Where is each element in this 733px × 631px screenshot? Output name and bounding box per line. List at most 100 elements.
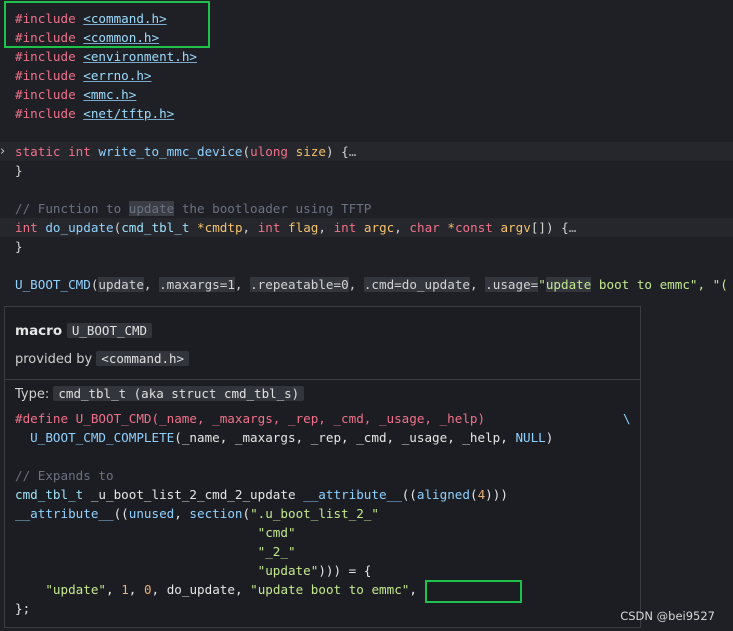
- provided-label: provided by: [15, 352, 93, 367]
- include-directive: #include: [15, 87, 76, 102]
- chevron-right-icon[interactable]: ›: [0, 142, 5, 161]
- pointer: *: [447, 220, 455, 235]
- string: "_2_": [257, 544, 296, 559]
- hover-type: Type: cmd_tbl_t (aka struct cmd_tbl_s): [15, 386, 305, 402]
- expansion-line: "cmd": [15, 523, 635, 542]
- null-const: NULL: [515, 430, 546, 445]
- comment-text: // Function to: [15, 201, 129, 216]
- attribute-keyword: __attribute__: [303, 487, 402, 502]
- expansion-line: "_2_": [15, 542, 635, 561]
- macro-args: (_name, _maxargs, _rep, _cmd, _usage, _h…: [174, 430, 516, 445]
- punct: ,: [174, 506, 190, 521]
- expansion-line: cmd_tbl_t _u_boot_list_2_cmd_2_update __…: [15, 485, 635, 504]
- macro-arg: update: [98, 277, 144, 292]
- highlight-box-includes: [4, 1, 210, 48]
- string: , "(: [697, 277, 728, 292]
- punct: ) {: [325, 144, 349, 159]
- keyword: int: [15, 220, 38, 235]
- folded-ellipsis[interactable]: …: [349, 144, 357, 159]
- expansion-line: "update", 1, 0, do_update, "update boot …: [45, 582, 417, 597]
- string: update: [545, 277, 592, 292]
- attribute-name: section: [189, 506, 243, 521]
- param-name: size: [295, 144, 326, 159]
- include-directive: #include: [15, 68, 76, 83]
- punct: ((: [113, 506, 129, 521]
- comment-highlight: update: [128, 201, 175, 216]
- closing-brace: }: [15, 239, 23, 254]
- param-type: ulong: [250, 144, 289, 159]
- function-name: write_to_mmc_device: [98, 144, 243, 159]
- punct: []) {: [530, 220, 569, 235]
- include-directive: #include: [15, 106, 76, 121]
- punct: ((: [401, 487, 417, 502]
- include-file-link[interactable]: <mmc.h>: [83, 87, 136, 102]
- provided-file-chip[interactable]: <command.h>: [96, 351, 190, 366]
- string: "update boot to emmc": [250, 582, 410, 597]
- include-file-link[interactable]: <net/tftp.h>: [83, 106, 174, 121]
- string: "cmd": [257, 525, 296, 540]
- highlight-box-empty-help: [425, 580, 522, 603]
- code-editor[interactable]: #include <command.h> #include <common.h>…: [0, 0, 733, 631]
- function-name: do_update: [45, 220, 114, 235]
- attribute-name: aligned: [416, 487, 470, 502]
- param-type: int: [333, 220, 357, 235]
- string: ": [538, 277, 546, 292]
- include-line: #include <mmc.h>: [0, 85, 733, 104]
- keyword: int: [68, 144, 91, 159]
- watermark: CSDN @bei9527: [620, 609, 715, 623]
- punct: };: [15, 601, 31, 616]
- param-type: cmd_tbl_t: [121, 220, 190, 235]
- macro-arg: .cmd=do_update: [363, 277, 470, 292]
- punct: (: [469, 487, 478, 502]
- param-type: char: [409, 220, 440, 235]
- attribute-keyword: __attribute__: [15, 506, 114, 521]
- macro-name: U_BOOT_CMD_COMPLETE: [30, 430, 175, 445]
- folded-ellipsis[interactable]: …: [569, 220, 577, 235]
- keyword: const: [454, 220, 493, 235]
- hover-symbol-chip: U_BOOT_CMD: [66, 323, 153, 338]
- string: boot to emmc": [591, 277, 698, 292]
- define-line: #define U_BOOT_CMD(_name, _maxargs, _rep…: [15, 409, 635, 428]
- attribute-name: unused: [128, 506, 175, 521]
- type-label: Type:: [15, 387, 50, 402]
- hover-kind: macro: [15, 323, 63, 339]
- keyword: static: [15, 144, 61, 159]
- param-name: flag: [288, 220, 319, 235]
- include-line: #include <net/tftp.h>: [0, 104, 733, 123]
- line-continuation: \: [623, 411, 631, 426]
- include-line: #include <errno.h>: [0, 66, 733, 85]
- define-text: #define U_BOOT_CMD(_name, _maxargs, _rep…: [15, 411, 486, 426]
- include-file-link[interactable]: <errno.h>: [83, 68, 151, 83]
- macro-arg: .maxargs=1: [159, 277, 235, 292]
- hover-provided-by: provided by <command.h>: [15, 351, 190, 367]
- number: 0: [143, 582, 152, 597]
- macro-arg: .repeatable=0: [250, 277, 349, 292]
- punct: ,: [409, 582, 417, 597]
- macro-name[interactable]: U_BOOT_CMD: [15, 277, 91, 292]
- string: "update": [45, 582, 107, 597]
- type-name: cmd_tbl_t: [15, 487, 84, 502]
- punct: (: [242, 506, 251, 521]
- include-file-link[interactable]: <environment.h>: [83, 49, 197, 64]
- param-type: int: [257, 220, 281, 235]
- param-name: argc: [363, 220, 395, 235]
- string: "update": [257, 563, 319, 578]
- hover-code-block: #define U_BOOT_CMD(_name, _maxargs, _rep…: [15, 409, 635, 618]
- closing-brace-line: }: [0, 237, 733, 256]
- punct: ))) = {: [318, 563, 372, 578]
- number: 1: [121, 582, 129, 597]
- var-name: _u_boot_list_2_cmd_2_update: [83, 487, 304, 502]
- closing-brace: }: [15, 163, 23, 178]
- expansion-line: __attribute__((unused, section(".u_boot_…: [15, 504, 635, 523]
- comment-text: // Expands to: [15, 468, 114, 483]
- expansion-line: };: [15, 599, 635, 618]
- param-name: *cmdtp: [197, 220, 243, 235]
- type-value-chip: cmd_tbl_t (aka struct cmd_tbl_s): [53, 386, 305, 401]
- hover-separator: [5, 379, 640, 380]
- punct: ): [545, 430, 554, 445]
- hover-title: macro U_BOOT_CMD: [15, 323, 153, 339]
- define-body-line: U_BOOT_CMD_COMPLETE(_name, _maxargs, _re…: [15, 428, 635, 447]
- punct: ))): [485, 487, 508, 502]
- include-directive: #include: [15, 49, 76, 64]
